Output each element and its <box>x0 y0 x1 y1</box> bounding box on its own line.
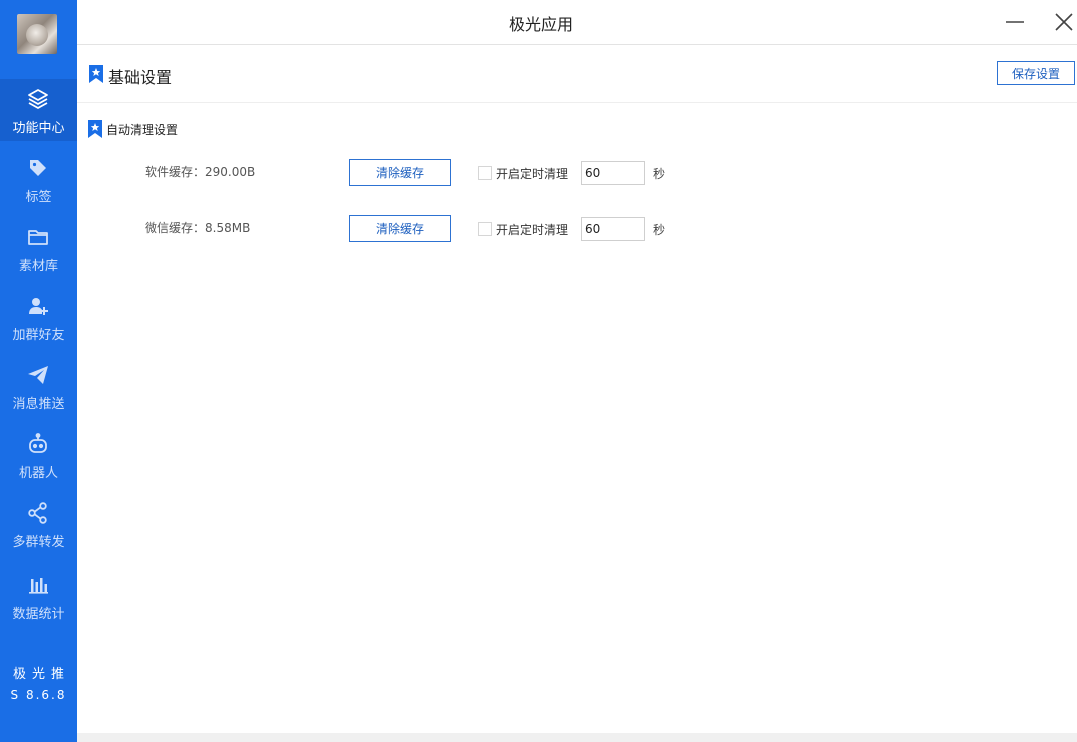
bookmark-star-icon <box>88 120 102 138</box>
sidebar-item-add-friends[interactable]: 加群好友 <box>0 286 77 348</box>
avatar[interactable] <box>17 14 57 54</box>
sidebar-item-tags[interactable]: 标签 <box>0 148 77 210</box>
sidebar: 功能中心 标签 素材库 加群好友 消息推送 机器人 多群转发 数据统计 极光推 … <box>0 0 77 742</box>
layers-icon <box>28 89 48 109</box>
folder-icon <box>28 230 48 245</box>
wechat-cache-label: 微信缓存：8.58MB <box>145 221 251 235</box>
bar-chart-icon <box>29 578 48 594</box>
sidebar-item-label: 加群好友 <box>12 328 65 343</box>
sidebar-item-label: 素材库 <box>18 259 58 274</box>
title-bar: 极光应用 <box>77 0 1077 45</box>
close-icon[interactable] <box>1050 8 1077 36</box>
clear-wechat-cache-button[interactable]: 清除缓存 <box>349 215 451 242</box>
sidebar-item-statistics[interactable]: 数据统计 <box>0 565 77 627</box>
send-icon <box>28 366 48 384</box>
sidebar-item-label: 多群转发 <box>12 535 65 550</box>
software-timer-input[interactable] <box>581 161 645 185</box>
software-timer-checkbox[interactable] <box>478 166 492 180</box>
sidebar-item-label: 标签 <box>25 190 52 205</box>
tag-icon <box>30 160 46 176</box>
sidebar-item-label: 消息推送 <box>12 397 65 412</box>
save-settings-button[interactable]: 保存设置 <box>997 61 1075 85</box>
sidebar-item-label: 机器人 <box>18 466 58 481</box>
wechat-timer-input[interactable] <box>581 217 645 241</box>
software-cache-label: 软件缓存：290.00B <box>145 165 256 179</box>
page-title: 基础设置 <box>108 68 173 87</box>
sidebar-item-message-push[interactable]: 消息推送 <box>0 355 77 417</box>
robot-icon <box>29 433 47 453</box>
sidebar-item-function-center[interactable]: 功能中心 <box>0 79 77 141</box>
sidebar-item-robot[interactable]: 机器人 <box>0 424 77 486</box>
share-icon <box>28 502 47 524</box>
timer-label: 开启定时清理 <box>496 223 569 237</box>
section-header: 基础设置 保存设置 <box>77 45 1077 103</box>
window-title: 极光应用 <box>508 15 573 34</box>
sidebar-item-materials[interactable]: 素材库 <box>0 217 77 279</box>
brand-name: 极光推 <box>12 667 70 682</box>
seconds-unit: 秒 <box>653 223 666 237</box>
wechat-timer-checkbox[interactable] <box>478 222 492 236</box>
bottom-bar <box>77 733 1077 742</box>
auto-clean-title: 自动清理设置 <box>106 123 179 137</box>
sidebar-item-label: 功能中心 <box>12 121 65 136</box>
version-label: S 8.6.8 <box>10 688 67 702</box>
minimize-icon[interactable] <box>1001 8 1029 36</box>
clear-software-cache-button[interactable]: 清除缓存 <box>349 159 451 186</box>
timer-label: 开启定时清理 <box>496 167 569 181</box>
sidebar-item-multi-forward[interactable]: 多群转发 <box>0 493 77 555</box>
seconds-unit: 秒 <box>653 167 666 181</box>
bookmark-star-icon <box>89 65 103 83</box>
add-user-icon <box>29 298 48 315</box>
sidebar-item-label: 数据统计 <box>12 607 65 622</box>
